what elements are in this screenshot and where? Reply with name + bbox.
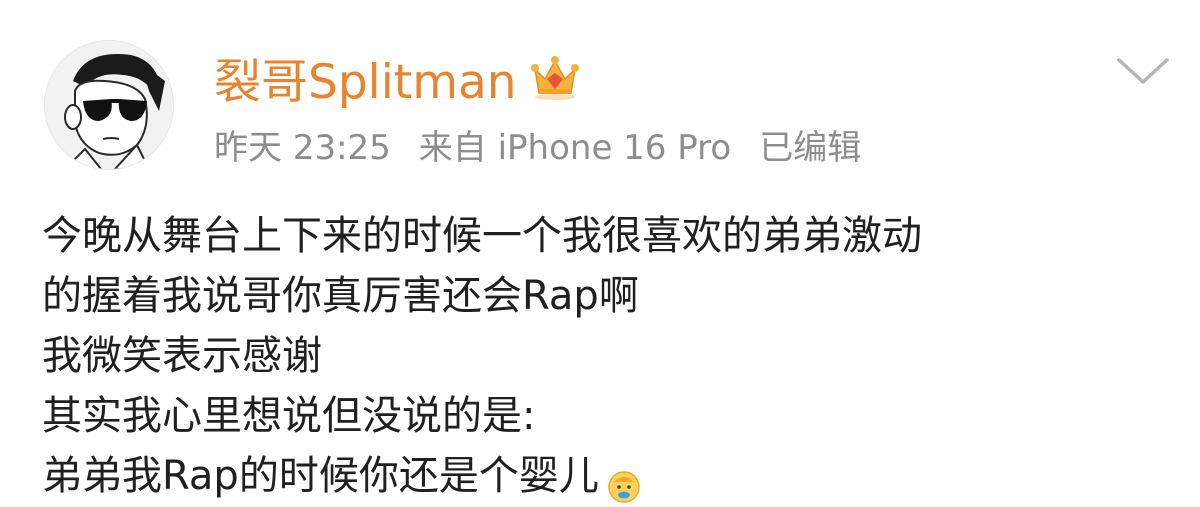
post-body-line-text: 弟弟我Rap的时候你还是个婴儿 — [42, 453, 599, 499]
post-body: 今晚从舞台上下来的时候一个我很喜欢的弟弟激动 的握着我说哥你真厉害还会Rap啊 … — [42, 206, 1172, 506]
post-body-line-last: 弟弟我Rap的时候你还是个婴儿 — [42, 446, 1172, 506]
post-time: 昨天 23:25 — [214, 128, 391, 168]
weibo-post: 裂哥Splitman 昨天 23:25 来自 iPhone 16 Pro 已编辑… — [0, 0, 1200, 507]
author-name[interactable]: 裂哥Splitman — [214, 43, 517, 112]
crown-icon — [529, 53, 581, 101]
chevron-down-icon[interactable] — [1115, 54, 1171, 88]
post-source: 来自 iPhone 16 Pro — [418, 128, 732, 168]
post-meta: 昨天 23:25 来自 iPhone 16 Pro 已编辑 — [214, 120, 861, 169]
post-body-line: 今晚从舞台上下来的时候一个我很喜欢的弟弟激动 — [42, 213, 922, 259]
avatar[interactable] — [44, 40, 174, 170]
post-body-line: 其实我心里想说但没说的是: — [42, 393, 536, 439]
baby-emoji-icon — [607, 461, 641, 503]
post-body-line: 的握着我说哥你真厉害还会Rap啊 — [42, 273, 639, 319]
post-body-line: 我微笑表示感谢 — [42, 333, 322, 379]
author-row: 裂哥Splitman — [214, 44, 581, 110]
avatar-sunglasses-icon — [45, 41, 173, 169]
edited-label[interactable]: 已编辑 — [759, 120, 861, 169]
